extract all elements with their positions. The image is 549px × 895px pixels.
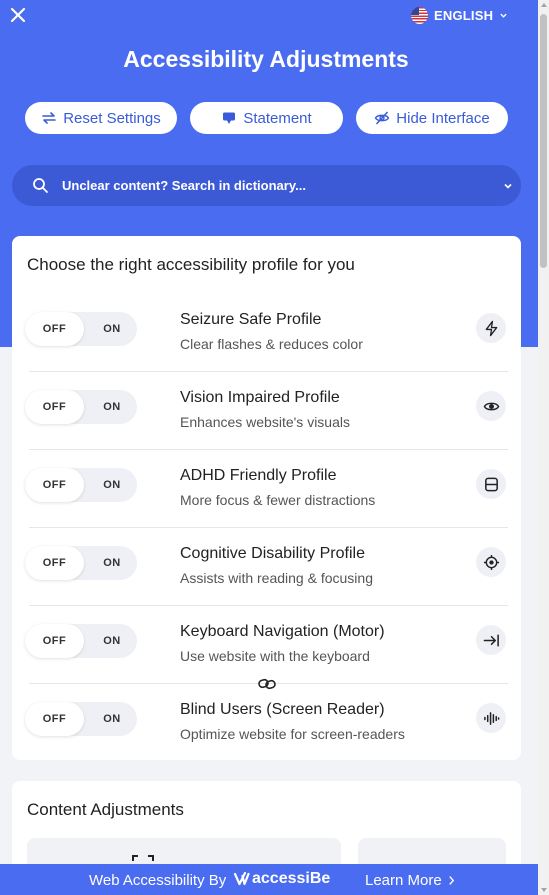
profile-toggle[interactable]: OFF ON xyxy=(25,702,137,736)
search-placeholder: Unclear content? Search in dictionary... xyxy=(62,178,306,193)
statement-icon xyxy=(223,112,236,124)
chevron-right-icon xyxy=(448,876,454,885)
toggle-on-label: ON xyxy=(103,401,121,413)
statement-label: Statement xyxy=(243,109,312,127)
scrollbar-thumb[interactable] xyxy=(540,14,547,268)
link-icon xyxy=(258,676,276,692)
profile-row-cognitive-disability: OFF ON Cognitive Disability Profile Assi… xyxy=(12,528,521,606)
profile-toggle[interactable]: OFF ON xyxy=(25,390,137,424)
hide-interface-label: Hide Interface xyxy=(396,109,490,127)
chevron-down-icon xyxy=(504,183,512,189)
profile-row-blind-users: OFF ON Blind Users (Screen Reader) Optim… xyxy=(12,684,521,762)
toggle-off-label: OFF xyxy=(42,323,67,335)
profile-name: Vision Impaired Profile xyxy=(180,389,340,406)
profile-description: Optimize website for screen-readers xyxy=(180,726,405,742)
profile-row-vision-impaired: OFF ON Vision Impaired Profile Enhances … xyxy=(12,372,521,450)
toggle-off-label: OFF xyxy=(42,479,67,491)
footer-text: Web Accessibility By xyxy=(89,872,227,889)
toggle-off-label: OFF xyxy=(42,635,67,647)
close-icon[interactable] xyxy=(9,6,27,24)
toggle-off-label: OFF xyxy=(42,557,67,569)
profile-row-adhd-friendly: OFF ON ADHD Friendly Profile More focus … xyxy=(12,450,521,528)
toggle-on-label: ON xyxy=(103,479,121,491)
profile-description: Enhances website's visuals xyxy=(180,414,350,430)
statement-button[interactable]: Statement xyxy=(190,102,343,134)
profile-toggle[interactable]: OFF ON xyxy=(25,312,137,346)
toggle-on-label: ON xyxy=(103,557,121,569)
profile-toggle[interactable]: OFF ON xyxy=(25,546,137,580)
profile-description: Use website with the keyboard xyxy=(180,648,370,664)
toggle-on-label: ON xyxy=(103,713,121,725)
content-adjustments-heading: Content Adjustments xyxy=(27,800,184,819)
profile-description: Assists with reading & focusing xyxy=(180,570,373,586)
toggle-off-label: OFF xyxy=(42,713,67,725)
learn-more-link[interactable]: Learn More xyxy=(365,872,455,889)
target-icon xyxy=(476,547,506,577)
footer-bar: Web Accessibility By accessiBe Learn Mor… xyxy=(0,864,538,895)
panel-title: Accessibility Adjustments xyxy=(123,46,409,72)
profile-name: Seizure Safe Profile xyxy=(180,311,322,328)
accessibe-check-icon xyxy=(234,872,250,886)
eye-slash-icon xyxy=(374,111,390,125)
hide-interface-button[interactable]: Hide Interface xyxy=(356,102,508,134)
profile-name: Blind Users (Screen Reader) xyxy=(180,701,385,718)
chevron-down-icon xyxy=(500,13,507,18)
scroll-down-arrow[interactable] xyxy=(541,888,547,892)
scroll-up-arrow[interactable] xyxy=(541,3,547,7)
tab-arrow-icon xyxy=(476,625,506,655)
eye-icon xyxy=(476,391,506,421)
us-flag-icon xyxy=(411,6,428,24)
profile-name: Keyboard Navigation (Motor) xyxy=(180,623,385,640)
toggle-on-label: ON xyxy=(103,635,121,647)
reset-icon xyxy=(42,112,57,124)
profile-row-seizure-safe: OFF ON Seizure Safe Profile Clear flashe… xyxy=(12,294,521,372)
profile-name: ADHD Friendly Profile xyxy=(180,467,337,484)
language-label: ENGLISH xyxy=(434,7,494,23)
learn-more-label: Learn More xyxy=(365,872,442,889)
audio-wave-icon xyxy=(476,703,506,733)
profiles-heading: Choose the right accessibility profile f… xyxy=(27,255,355,274)
profile-row-keyboard-navigation: OFF ON Keyboard Navigation (Motor) Use w… xyxy=(12,606,521,684)
search-icon xyxy=(33,178,48,193)
profile-toggle[interactable]: OFF ON xyxy=(25,624,137,658)
toggle-on-label: ON xyxy=(103,323,121,335)
reset-settings-label: Reset Settings xyxy=(63,109,161,127)
brand-name: accessiBe xyxy=(252,870,331,887)
dictionary-search[interactable]: Unclear content? Search in dictionary... xyxy=(12,165,521,206)
profile-toggle[interactable]: OFF ON xyxy=(25,468,137,502)
accessibe-logo[interactable]: accessiBe xyxy=(234,870,330,888)
scrollbar[interactable] xyxy=(538,0,549,895)
lightning-icon xyxy=(476,313,506,343)
profile-description: Clear flashes & reduces color xyxy=(180,336,363,352)
profile-description: More focus & fewer distractions xyxy=(180,492,376,508)
toggle-off-label: OFF xyxy=(42,401,67,413)
focus-frame-icon xyxy=(476,469,506,499)
reset-settings-button[interactable]: Reset Settings xyxy=(25,102,177,134)
profile-name: Cognitive Disability Profile xyxy=(180,545,365,562)
language-selector[interactable]: ENGLISH xyxy=(411,6,508,24)
